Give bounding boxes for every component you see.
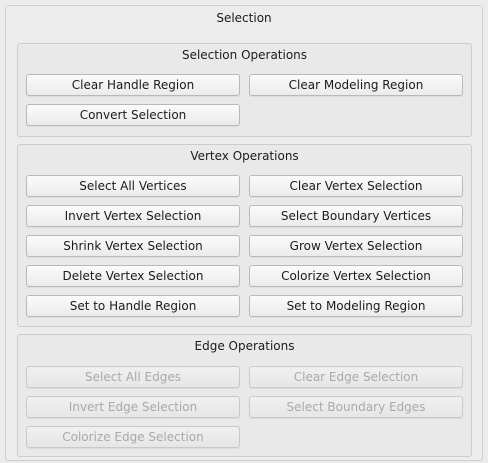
select-boundary-vertices-button[interactable]: Select Boundary Vertices	[249, 205, 463, 227]
edge-operations-group: Edge Operations Select All Edges Clear E…	[17, 334, 472, 457]
invert-edge-selection-button: Invert Edge Selection	[26, 396, 240, 418]
select-boundary-edges-button: Select Boundary Edges	[249, 396, 463, 418]
convert-selection-button[interactable]: Convert Selection	[26, 104, 240, 126]
clear-modeling-region-button[interactable]: Clear Modeling Region	[249, 74, 463, 96]
group-title-edge-operations: Edge Operations	[194, 339, 295, 353]
set-to-modeling-region-button[interactable]: Set to Modeling Region	[249, 295, 463, 317]
clear-vertex-selection-button[interactable]: Clear Vertex Selection	[249, 175, 463, 197]
clear-edge-selection-button: Clear Edge Selection	[249, 366, 463, 388]
select-all-vertices-button[interactable]: Select All Vertices	[26, 175, 240, 197]
shrink-vertex-selection-button[interactable]: Shrink Vertex Selection	[26, 235, 240, 257]
clear-handle-region-button[interactable]: Clear Handle Region	[26, 74, 240, 96]
set-to-handle-region-button[interactable]: Set to Handle Region	[26, 295, 240, 317]
group-title-selection-operations: Selection Operations	[181, 48, 308, 62]
select-all-edges-button: Select All Edges	[26, 366, 240, 388]
grow-vertex-selection-button[interactable]: Grow Vertex Selection	[249, 235, 463, 257]
panel-title: Selection	[216, 11, 272, 25]
colorize-edge-selection-button: Colorize Edge Selection	[26, 426, 240, 448]
colorize-vertex-selection-button[interactable]: Colorize Vertex Selection	[249, 265, 463, 287]
invert-vertex-selection-button[interactable]: Invert Vertex Selection	[26, 205, 240, 227]
delete-vertex-selection-button[interactable]: Delete Vertex Selection	[26, 265, 240, 287]
selection-operations-group: Selection Operations Clear Handle Region…	[17, 43, 472, 137]
vertex-operations-group: Vertex Operations Select All Vertices Cl…	[17, 144, 472, 327]
group-title-vertex-operations: Vertex Operations	[190, 149, 299, 163]
